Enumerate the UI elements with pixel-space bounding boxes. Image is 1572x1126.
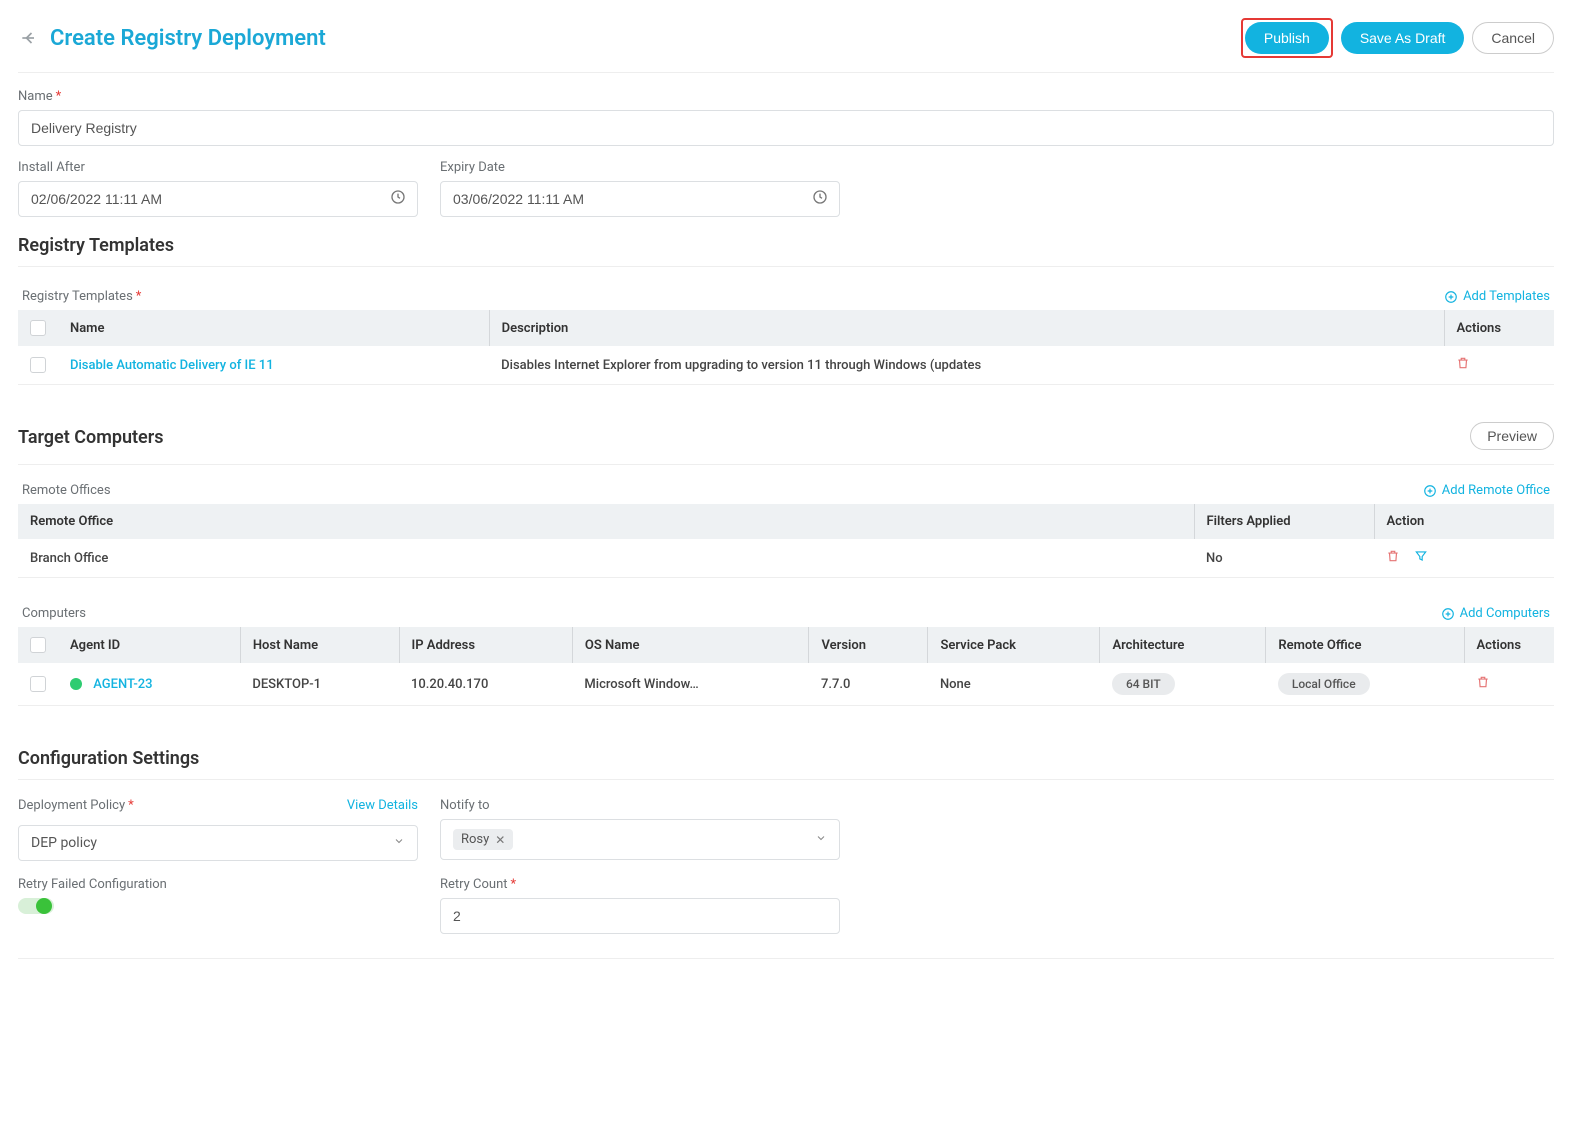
template-description: Disables Internet Explorer from upgradin… — [489, 346, 1444, 385]
retry-count-label: Retry Count — [440, 877, 840, 892]
notify-token-text: Rosy — [461, 832, 489, 847]
registry-templates-heading: Registry Templates — [18, 235, 1554, 256]
ip-address: 10.20.40.170 — [399, 663, 572, 706]
save-draft-button[interactable]: Save As Draft — [1341, 22, 1465, 54]
template-link[interactable]: Disable Automatic Delivery of IE 11 — [70, 358, 274, 373]
agent-link[interactable]: AGENT-23 — [93, 677, 152, 692]
publish-highlight: Publish — [1241, 18, 1333, 58]
service-pack: None — [928, 663, 1100, 706]
policy-select[interactable]: DEP policy — [18, 825, 418, 861]
col-action: Action — [1374, 504, 1554, 539]
computer-row: AGENT-23 DESKTOP-1 10.20.40.170 Microsof… — [18, 663, 1554, 706]
expiry-date-input[interactable] — [440, 181, 840, 217]
trash-icon[interactable] — [1456, 359, 1470, 374]
add-remote-office-link[interactable]: Add Remote Office — [1423, 483, 1550, 498]
retry-count-input[interactable] — [440, 898, 840, 934]
page-title: Create Registry Deployment — [50, 26, 326, 51]
close-icon[interactable]: ✕ — [495, 833, 505, 847]
col-version: Version — [809, 627, 928, 663]
col-actions2: Actions — [1464, 627, 1554, 663]
trash-icon[interactable] — [1476, 678, 1490, 693]
policy-value: DEP policy — [31, 835, 97, 851]
chevron-down-icon — [815, 832, 827, 848]
office-badge: Local Office — [1278, 673, 1370, 695]
expiry-date-label: Expiry Date — [440, 160, 840, 175]
col-filters: Filters Applied — [1194, 504, 1374, 539]
preview-button[interactable]: Preview — [1470, 422, 1554, 450]
chevron-down-icon — [393, 835, 405, 851]
add-computers-text: Add Computers — [1460, 606, 1550, 621]
col-name: Name — [58, 310, 489, 346]
col-sp: Service Pack — [928, 627, 1100, 663]
remote-offices-table: Remote Office Filters Applied Action Bra… — [18, 504, 1554, 578]
col-actions: Actions — [1444, 310, 1554, 346]
target-computers-heading: Target Computers — [18, 427, 163, 448]
arch-badge: 64 BIT — [1112, 673, 1175, 695]
select-all-computers[interactable] — [30, 637, 46, 653]
install-after-input[interactable] — [18, 181, 418, 217]
add-templates-text: Add Templates — [1463, 289, 1550, 304]
clock-icon[interactable] — [812, 189, 828, 209]
view-details-link[interactable]: View Details — [347, 798, 418, 813]
policy-label: Deployment Policy — [18, 798, 134, 813]
col-host: Host Name — [240, 627, 399, 663]
col-arch: Architecture — [1100, 627, 1266, 663]
add-remote-office-text: Add Remote Office — [1442, 483, 1550, 498]
col-agent: Agent ID — [58, 627, 240, 663]
retry-failed-toggle[interactable] — [18, 898, 54, 914]
col-ip: IP Address — [399, 627, 572, 663]
office-row: Branch Office No — [18, 539, 1554, 578]
computers-table: Agent ID Host Name IP Address OS Name Ve… — [18, 627, 1554, 706]
col-os: OS Name — [572, 627, 809, 663]
host-name: DESKTOP-1 — [240, 663, 399, 706]
add-templates-link[interactable]: Add Templates — [1444, 289, 1550, 304]
trash-icon[interactable] — [1386, 549, 1400, 567]
notify-select[interactable]: Rosy ✕ — [440, 819, 840, 860]
col-description: Description — [489, 310, 1444, 346]
clock-icon[interactable] — [390, 189, 406, 209]
filter-icon[interactable] — [1414, 549, 1428, 567]
computers-sub: Computers — [22, 606, 86, 621]
notify-label: Notify to — [440, 798, 840, 813]
config-heading: Configuration Settings — [18, 748, 1554, 769]
select-all-checkbox[interactable] — [30, 320, 46, 336]
name-input[interactable] — [18, 110, 1554, 146]
retry-failed-label: Retry Failed Configuration — [18, 877, 418, 892]
remote-offices-sub: Remote Offices — [22, 483, 111, 498]
row-checkbox[interactable] — [30, 676, 46, 692]
office-name: Branch Office — [18, 539, 1194, 578]
col-remote-office: Remote Office — [18, 504, 1194, 539]
registry-templates-table: Name Description Actions Disable Automat… — [18, 310, 1554, 385]
notify-token: Rosy ✕ — [453, 829, 513, 850]
office-filters: No — [1194, 539, 1374, 578]
name-label: Name — [18, 89, 1554, 104]
template-row: Disable Automatic Delivery of IE 11 Disa… — [18, 346, 1554, 385]
os-name: Microsoft Window… — [572, 663, 809, 706]
back-icon[interactable] — [18, 27, 40, 49]
row-checkbox[interactable] — [30, 357, 46, 373]
publish-button[interactable]: Publish — [1245, 22, 1329, 54]
col-office: Remote Office — [1266, 627, 1464, 663]
cancel-button[interactable]: Cancel — [1472, 22, 1554, 54]
install-after-label: Install After — [18, 160, 418, 175]
status-dot-icon — [70, 678, 82, 690]
version: 7.7.0 — [809, 663, 928, 706]
registry-templates-sub: Registry Templates — [22, 289, 141, 304]
add-computers-link[interactable]: Add Computers — [1441, 606, 1550, 621]
